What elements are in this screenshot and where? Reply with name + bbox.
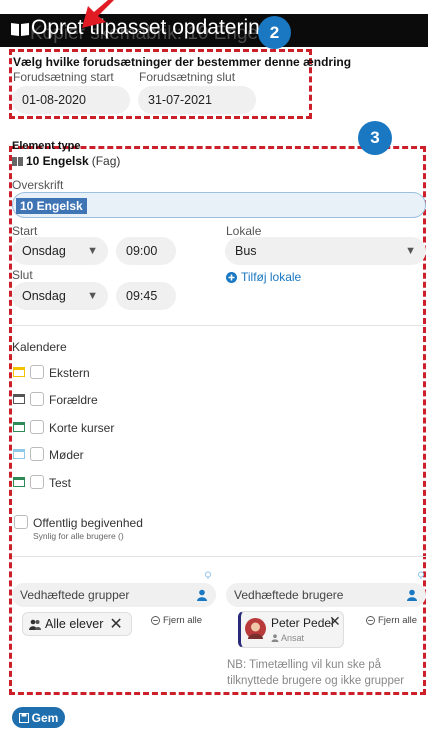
dialog-title: Opret tilpasset opdatering — [31, 16, 272, 39]
plus-circle-icon — [226, 271, 237, 283]
attached-groups-header: Vedhæftede grupper — [12, 583, 216, 607]
step-badge-3: 3 — [358, 121, 392, 155]
save-icon — [18, 712, 29, 723]
element-type-value: 10 Engelsk — [26, 154, 89, 168]
users-icon — [29, 619, 41, 630]
calendar-checkbox[interactable] — [30, 392, 44, 406]
calendar-label: Ekstern — [49, 366, 90, 380]
user-tag: Peter Pedel ✕ Ansat — [238, 611, 344, 648]
premise-start-value: 01-08-2020 — [22, 93, 86, 107]
calendar-label: Møder — [49, 448, 84, 462]
element-type-suffix: (Fag) — [91, 154, 121, 168]
premise-end-label: Forudsætning slut — [139, 70, 236, 84]
room-value: Bus — [235, 244, 257, 258]
dropdown-arrow-icon: ▼ — [87, 290, 98, 302]
start-day-value: Onsdag — [22, 244, 66, 258]
end-day-select[interactable]: Onsdag ▼ — [12, 282, 108, 310]
element-type-row: 10 Engelsk (Fag) — [12, 154, 120, 168]
room-select[interactable]: Bus ▼ — [225, 237, 426, 265]
calendar-icon — [13, 422, 25, 432]
add-room-label: Tilføj lokale — [241, 270, 302, 284]
avatar — [245, 618, 266, 639]
add-room-link[interactable]: Tilføj lokale — [226, 270, 301, 284]
users-note: NB: Timetælling vil kun ske på tilknytte… — [227, 659, 405, 687]
user-name: Peter Pedel — [271, 616, 334, 630]
calendar-checkbox[interactable] — [30, 420, 44, 434]
premise-start-label: Forudsætning start — [13, 70, 114, 84]
heading-label: Overskrift — [12, 178, 64, 192]
dropdown-arrow-icon: ▼ — [405, 245, 416, 257]
save-label: Gem — [31, 710, 59, 725]
start-time-value: 09:00 — [126, 244, 158, 258]
calendar-icon — [13, 449, 25, 459]
start-time-input[interactable]: 09:00 — [116, 237, 176, 265]
group-tag: Alle elever ✕ — [22, 612, 132, 636]
element-type-label: Element type — [12, 140, 81, 152]
premise-start-input[interactable]: 01-08-2020 — [12, 86, 130, 114]
dropdown-arrow-icon: ▼ — [87, 245, 98, 257]
pointer-arrow-icon — [82, 0, 114, 28]
public-event-label: Offentlig begivenhed — [33, 516, 143, 530]
end-time-value: 09:45 — [126, 289, 158, 303]
premise-end-value: 31-07-2021 — [148, 93, 212, 107]
bulb-icon — [418, 571, 424, 579]
calendar-checkbox[interactable] — [30, 447, 44, 461]
divider — [12, 325, 426, 326]
groups-remove-all-label: Fjern alle — [163, 615, 203, 626]
calendar-label: Korte kurser — [49, 421, 115, 435]
bulb-icon — [205, 571, 211, 579]
book-icon — [12, 156, 23, 166]
heading-input-value: 10 Engelsk — [16, 198, 87, 214]
user-role-label: Ansat — [281, 633, 305, 643]
divider — [12, 556, 426, 557]
calendar-label: Forældre — [49, 393, 98, 407]
minus-circle-icon — [366, 616, 375, 625]
user-add-icon[interactable] — [196, 589, 208, 601]
groups-remove-all-button[interactable]: Fjern alle — [151, 615, 202, 626]
users-remove-all-button[interactable]: Fjern alle — [366, 615, 417, 626]
attached-users-title: Vedhæftede brugere — [234, 588, 344, 602]
minus-circle-icon — [151, 616, 160, 625]
calendar-icon — [13, 367, 25, 377]
public-event-checkbox[interactable] — [14, 515, 28, 529]
room-label: Lokale — [226, 224, 262, 238]
end-day-value: Onsdag — [22, 289, 66, 303]
calendar-label: Test — [49, 476, 72, 490]
book-icon — [11, 23, 29, 36]
calendar-checkbox[interactable] — [30, 365, 44, 379]
calendar-checkbox[interactable] — [30, 475, 44, 489]
calendars-label: Kalendere — [12, 340, 67, 354]
user-icon — [271, 634, 279, 642]
public-event-sub: Synlig for alle brugere () — [33, 531, 124, 541]
premise-end-input[interactable]: 31-07-2021 — [138, 86, 256, 114]
remove-tag-icon[interactable]: ✕ — [109, 614, 122, 634]
save-button[interactable]: Gem — [12, 707, 65, 728]
calendar-icon — [13, 477, 25, 487]
step-badge-2: 2 — [258, 16, 291, 49]
start-day-select[interactable]: Onsdag ▼ — [12, 237, 108, 265]
user-role: Ansat — [271, 633, 304, 643]
attached-users-header: Vedhæftede brugere — [226, 583, 426, 607]
users-remove-all-label: Fjern alle — [378, 615, 418, 626]
calendar-icon — [13, 394, 25, 404]
heading-input[interactable]: 10 Engelsk — [12, 192, 426, 218]
end-label: Slut — [12, 268, 33, 282]
group-tag-label: Alle elever — [45, 617, 104, 631]
premises-heading: Vælg hvilke forudsætninger der bestemmer… — [13, 55, 352, 69]
end-time-input[interactable]: 09:45 — [116, 282, 176, 310]
start-label: Start — [12, 224, 38, 238]
dialog-title-bar: Kopier skemabrik: 10 Engelsk Opret tilpa… — [0, 14, 428, 47]
attached-groups-title: Vedhæftede grupper — [20, 588, 130, 602]
user-add-icon[interactable] — [406, 589, 418, 601]
remove-tag-icon[interactable]: ✕ — [329, 613, 341, 630]
